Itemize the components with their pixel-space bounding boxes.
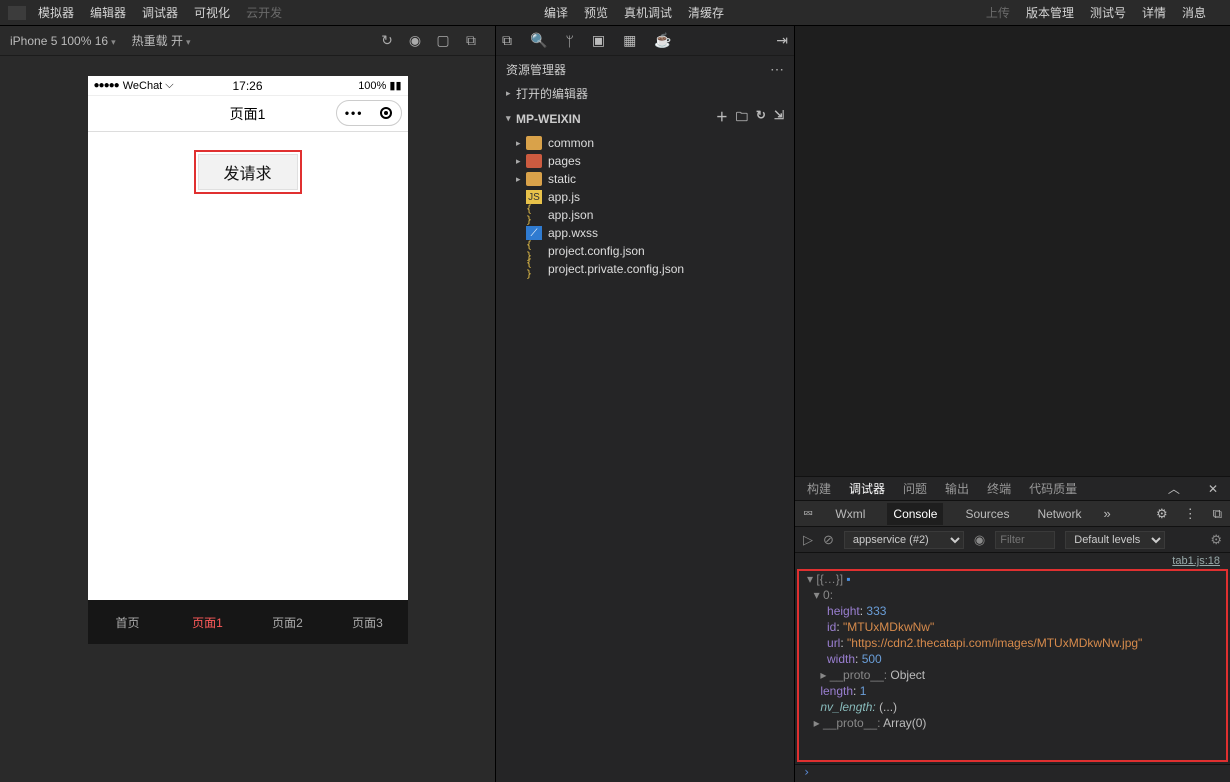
tab-network[interactable]: Network [1031,503,1087,525]
page-title: 页面1 [230,104,266,124]
dock-icon[interactable]: ⧉ [1213,506,1222,522]
simulator-pane: iPhone 5 100% 16▾ 热重载 开▾ ↻ ◉ ▢ ⧉ ●●●●● W… [0,26,495,782]
explorer-pane: ⧉ 🔍 ᛘ ▣ ▦ ☕ ⇥ 资源管理器 ⋯ ▸打开的编辑器 ▾MP-WEIXIN… [495,26,795,782]
levels-select[interactable]: Default levels [1065,531,1165,549]
device-selector[interactable]: iPhone 5 100% 16▾ [10,34,116,48]
menu-message[interactable]: 消息 [1182,4,1206,21]
clear-icon[interactable]: ⊘ [823,532,834,548]
close-icon[interactable]: ✕ [1208,482,1218,496]
file-app-js[interactable]: JSapp.js [502,188,794,206]
kebab-icon[interactable]: ⋮ [1184,506,1197,522]
record-icon[interactable]: ◉ [401,32,429,49]
close-target-icon[interactable] [380,107,392,119]
file-app-json[interactable]: { }app.json [502,206,794,224]
editor-pane: 构建 调试器 问题 输出 终端 代码质量 ︿ ✕ ⮹ Wxml Console … [795,26,1230,782]
folder-common[interactable]: ▸common [502,134,794,152]
main-menu: 模拟器 编辑器 调试器 可视化 云开发 编译 预览 真机调试 清缓存 上传 版本… [0,0,1230,26]
console-output[interactable]: ▾ [{…}] ▪ ▾ 0: height: 333 id: "MTUxMDkw… [797,569,1228,762]
phone-frame: ●●●●● WeChat ⌵ 17:26 100% ▮▮ 页面1 ••• 发请求 [88,76,408,644]
branch-icon[interactable]: ᛘ [565,33,573,49]
new-folder-icon[interactable]: 🗀 [736,108,748,129]
more-tabs-icon[interactable]: » [1103,506,1110,521]
collapse-tree-icon[interactable]: ⇲ [774,108,784,129]
gear-icon[interactable]: ⚙ [1156,506,1168,522]
file-project-private[interactable]: { }project.private.config.json [502,260,794,278]
new-file-icon[interactable]: ＋ [716,108,728,129]
menu-dots-icon[interactable]: ••• [345,106,364,120]
app-logo [8,6,26,20]
menu-detail[interactable]: 详情 [1142,4,1166,21]
menu-clearcache[interactable]: 清缓存 [688,4,724,21]
context-select[interactable]: appservice (#2) [844,531,964,549]
chevron-up-icon[interactable]: ︿ [1168,480,1180,497]
collapse-icon[interactable]: ⇥ [776,32,788,49]
refresh-tree-icon[interactable]: ↻ [756,108,766,129]
menu-simulator[interactable]: 模拟器 [38,4,74,21]
tab-page2[interactable]: 页面2 [248,600,328,644]
devtab-problems[interactable]: 问题 [903,480,927,497]
files-icon[interactable]: ⧉ [502,32,512,49]
search-icon[interactable]: 🔍 [530,32,547,49]
tab-bar: 首页 页面1 页面2 页面3 [88,600,408,644]
tab-console[interactable]: Console [887,503,943,525]
menu-compile[interactable]: 编译 [544,4,568,21]
box-icon[interactable]: ▣ [592,32,605,49]
menu-preview[interactable]: 预览 [584,4,608,21]
explorer-title: 资源管理器 [506,61,566,78]
file-project-config[interactable]: { }project.config.json [502,242,794,260]
tab-page1[interactable]: 页面1 [168,600,248,644]
tab-page3[interactable]: 页面3 [328,600,408,644]
refresh-icon[interactable]: ↻ [373,32,401,49]
devtools-panel: 构建 调试器 问题 输出 终端 代码质量 ︿ ✕ ⮹ Wxml Console … [795,476,1230,782]
folder-pages[interactable]: ▸pages [502,152,794,170]
menu-visual[interactable]: 可视化 [194,4,230,21]
menu-editor[interactable]: 编辑器 [90,4,126,21]
menu-cloud: 云开发 [246,4,282,21]
menu-remote[interactable]: 真机调试 [624,4,672,21]
menu-testid[interactable]: 测试号 [1090,4,1126,21]
rotate-icon[interactable]: ⧉ [457,32,485,49]
tab-sources[interactable]: Sources [959,503,1015,525]
play-icon[interactable]: ▷ [803,532,813,548]
cup-icon[interactable]: ☕ [654,32,671,49]
opened-editors[interactable]: ▸打开的编辑器 [496,82,794,105]
explorer-more-icon[interactable]: ⋯ [770,61,784,78]
devtab-terminal[interactable]: 终端 [987,480,1011,497]
devtab-build[interactable]: 构建 [807,480,831,497]
file-app-wxss[interactable]: ⟋app.wxss [502,224,794,242]
folder-static[interactable]: ▸static [502,170,794,188]
inspect-icon[interactable]: ⮹ [803,506,813,522]
device-icon[interactable]: ▢ [429,32,457,49]
source-link[interactable]: tab1.js:18 [795,553,1230,567]
console-gear-icon[interactable]: ⚙ [1210,532,1222,548]
eye-icon[interactable]: ◉ [974,532,985,548]
devtab-output[interactable]: 输出 [945,480,969,497]
menu-debugger[interactable]: 调试器 [142,4,178,21]
devtab-quality[interactable]: 代码质量 [1029,480,1077,497]
tab-wxml[interactable]: Wxml [829,503,871,525]
menu-upload[interactable]: 上传 [986,4,1010,21]
filter-input[interactable] [995,531,1055,549]
debug-icon[interactable]: ▦ [623,32,636,49]
hot-reload[interactable]: 热重载 开▾ [132,32,191,49]
devtab-debugger[interactable]: 调试器 [849,480,885,497]
send-request-button[interactable]: 发请求 [198,154,298,190]
capsule-button[interactable]: ••• [336,100,402,126]
console-prompt[interactable]: › [795,764,1230,782]
tab-home[interactable]: 首页 [88,600,168,644]
menu-version[interactable]: 版本管理 [1026,4,1074,21]
project-root[interactable]: ▾MP-WEIXIN ＋ 🗀 ↻ ⇲ [496,105,794,132]
status-time: 17:26 [88,79,408,93]
